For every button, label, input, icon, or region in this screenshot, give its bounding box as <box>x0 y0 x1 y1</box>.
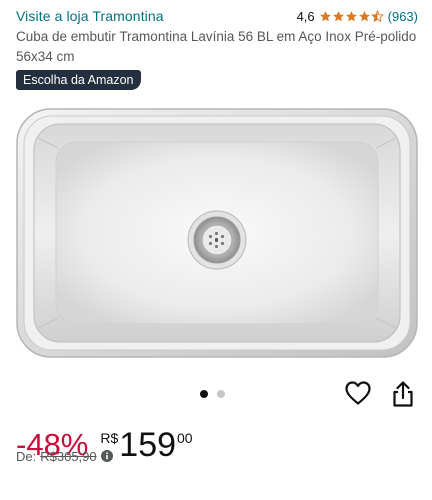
rating-count: (963) <box>387 8 418 24</box>
carousel-dot-2[interactable] <box>217 390 225 398</box>
drain-icon <box>187 210 247 270</box>
price-currency: R$ <box>100 430 119 446</box>
price-whole: 159 <box>119 426 177 464</box>
was-price-row: De: R$305,90 <box>16 447 113 465</box>
star-icon <box>345 10 357 21</box>
star-icon <box>332 10 344 21</box>
badge-prefix: Escolha da <box>23 73 88 87</box>
heart-icon[interactable] <box>344 380 372 406</box>
carousel-dot-1[interactable] <box>200 390 208 398</box>
price-fraction: 00 <box>177 430 193 446</box>
rating-stars <box>319 9 384 23</box>
carousel-indicator[interactable] <box>200 390 225 398</box>
info-icon[interactable] <box>100 450 113 462</box>
star-half-icon <box>370 9 384 22</box>
share-icon[interactable] <box>390 380 416 408</box>
store-link[interactable]: Visite a loja Tramontina <box>16 8 164 24</box>
badge-brand: Amazon <box>87 73 134 87</box>
rating-value: 4,6 <box>296 8 315 24</box>
product-image[interactable] <box>16 108 418 358</box>
product-title: Cuba de embutir Tramontina Lavínia 56 BL… <box>16 29 417 64</box>
was-price-value: R$305,90 <box>40 448 97 464</box>
amazon-choice-badge: Escolha da Amazon <box>16 70 141 90</box>
rating[interactable]: 4,6 (963) <box>297 9 418 24</box>
was-price-label: De: <box>16 448 37 464</box>
header-row: Visite a loja Tramontina 4,6 (963) <box>16 7 418 25</box>
star-icon <box>319 10 331 21</box>
star-icon <box>358 10 370 21</box>
